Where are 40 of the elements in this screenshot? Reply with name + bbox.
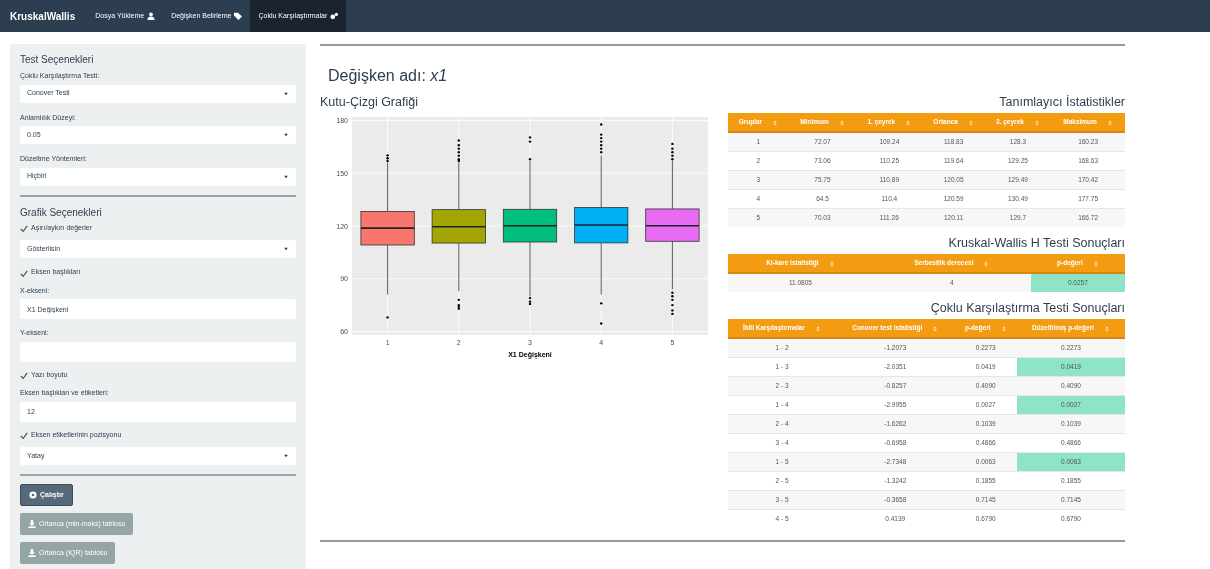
caret-icon (283, 132, 289, 138)
sort-icon (932, 325, 939, 332)
sort-icon (828, 260, 835, 267)
table-title: Kruskal-Wallis H Testi Sonuçları (947, 236, 1125, 252)
sort-icon (1092, 260, 1099, 267)
download-icon (28, 549, 36, 557)
checkbox[interactable] (20, 371, 27, 379)
sort-icon (1106, 119, 1113, 126)
table-title: Tanımlayıcı İstatistikler (998, 95, 1125, 111)
caret-icon (283, 453, 289, 459)
page-title: Değişken adı: x1 (328, 66, 449, 86)
plot-title: Kutu-Çizgi Grafiği (320, 95, 419, 111)
caret-icon (283, 90, 289, 97)
sort-icon (967, 119, 974, 126)
sort-icon (905, 119, 912, 126)
check-icon (20, 432, 28, 441)
check-icon (20, 372, 28, 381)
checkbox[interactable] (20, 268, 27, 276)
app-brand[interactable]: KruskalWallis (10, 8, 76, 24)
sort-icon (1103, 325, 1110, 332)
sort-icon (983, 260, 990, 267)
sort-icon (814, 325, 821, 332)
checkbox[interactable] (20, 431, 27, 439)
checkbox[interactable] (20, 224, 27, 232)
table-title: Çoklu Karşılaştırma Testi Sonuçları (929, 301, 1125, 317)
gears-icon (330, 12, 339, 20)
sort-icon (838, 119, 845, 126)
gear-icon (29, 491, 37, 499)
caret-icon (283, 246, 289, 252)
caret-icon (283, 173, 289, 180)
sort-icon (1000, 325, 1007, 332)
sort-icon (772, 119, 779, 126)
section-heading: Grafik Seçenekleri (20, 205, 103, 220)
check-icon (20, 269, 28, 278)
check-icon (20, 225, 28, 234)
sort-icon (1033, 119, 1040, 126)
section-heading: Test Seçenekleri (20, 53, 95, 67)
tag-icon (234, 12, 243, 20)
user-icon (147, 12, 156, 20)
download-icon (28, 520, 36, 528)
